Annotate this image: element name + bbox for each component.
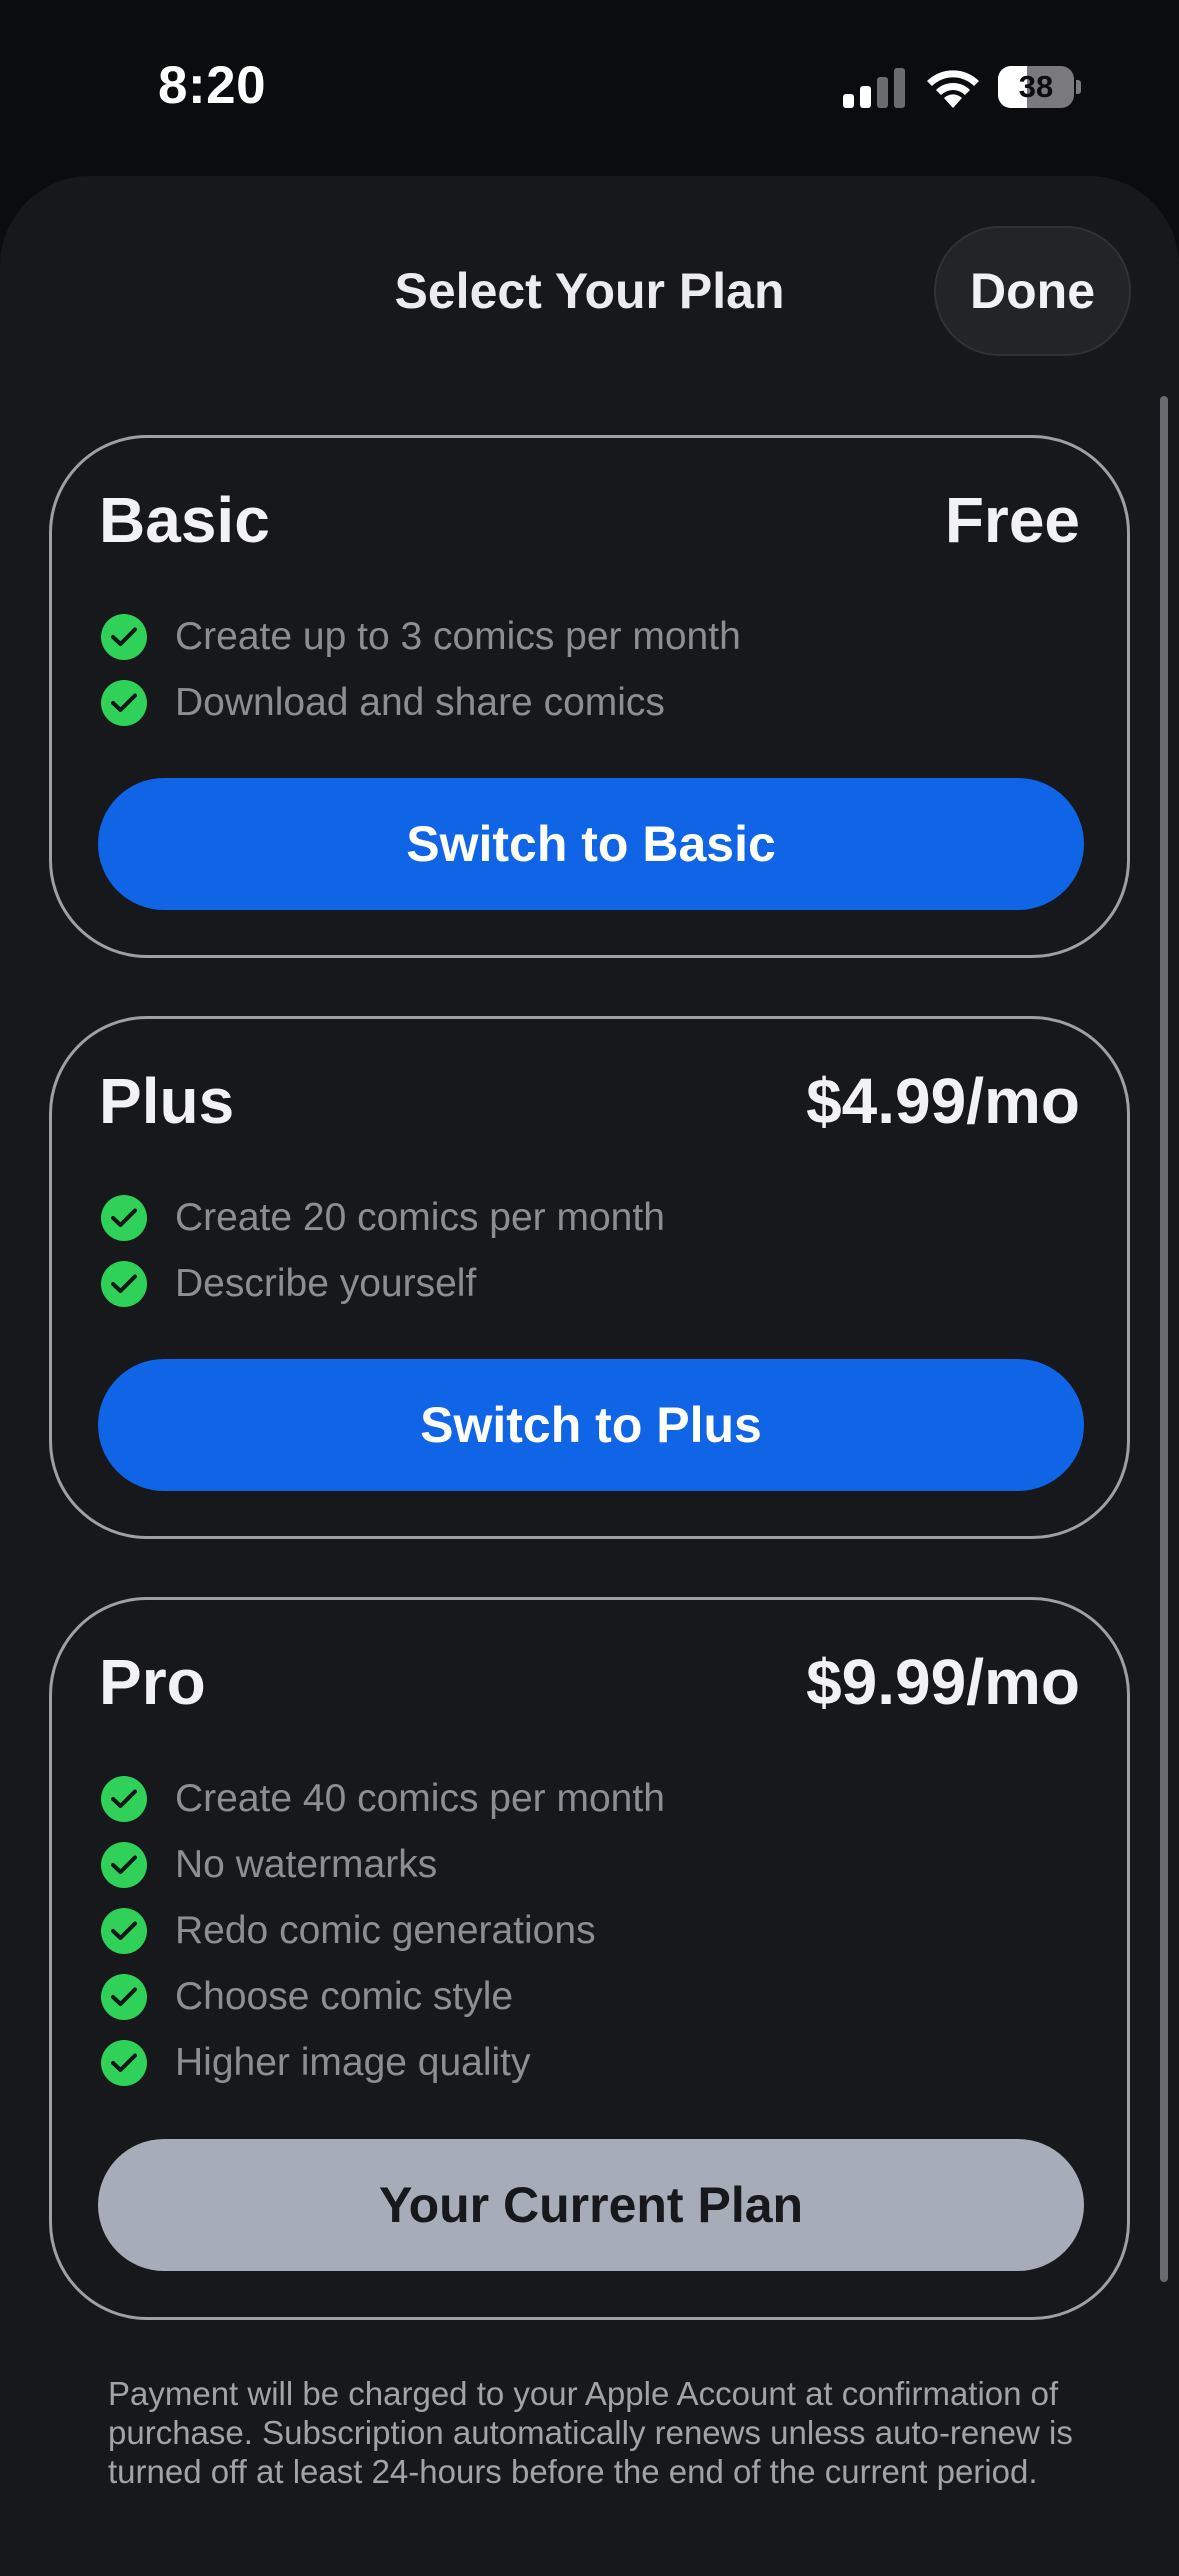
feature-item: Create 40 comics per month	[101, 1774, 665, 1824]
cellular-signal-icon	[843, 68, 905, 108]
checkmark-icon	[101, 1776, 147, 1822]
status-time: 8:20	[158, 56, 267, 115]
status-bar: 8:20 38	[0, 0, 1179, 175]
checkmark-icon	[101, 680, 147, 726]
plan-card-plus: Plus $4.99/mo Create 20 comics per month…	[49, 1016, 1130, 1539]
checkmark-icon	[101, 2040, 147, 2086]
checkmark-icon	[101, 1261, 147, 1307]
done-button[interactable]: Done	[934, 226, 1131, 356]
feature-text: Redo comic generations	[175, 1909, 596, 1952]
feature-item: Redo comic generations	[101, 1906, 596, 1956]
wifi-icon	[927, 70, 979, 108]
feature-item: Higher image quality	[101, 2038, 531, 2088]
feature-text: Choose comic style	[175, 1975, 514, 2018]
subscription-terms: Payment will be charged to your Apple Ac…	[108, 2375, 1073, 2490]
battery-level: 38	[1018, 69, 1054, 104]
feature-text: Create 40 comics per month	[175, 1777, 665, 1820]
plan-name: Basic	[99, 484, 270, 556]
plan-price: Free	[944, 484, 1080, 556]
feature-text: Create 20 comics per month	[175, 1196, 665, 1239]
switch-to-plus-button[interactable]: Switch to Plus	[98, 1359, 1084, 1491]
plan-name: Plus	[99, 1065, 235, 1137]
feature-item: Choose comic style	[101, 1972, 513, 2022]
feature-text: Download and share comics	[175, 681, 665, 724]
checkmark-icon	[101, 614, 147, 660]
plan-sheet: Select Your Plan Done Basic Free Create …	[0, 176, 1179, 2576]
feature-item: Create 20 comics per month	[101, 1193, 665, 1243]
checkmark-icon	[101, 1908, 147, 1954]
feature-text: Higher image quality	[175, 2041, 531, 2084]
feature-text: Create up to 3 comics per month	[175, 615, 741, 658]
checkmark-icon	[101, 1195, 147, 1241]
switch-to-basic-button[interactable]: Switch to Basic	[98, 778, 1084, 910]
feature-item: No watermarks	[101, 1840, 437, 1890]
checkmark-icon	[101, 1974, 147, 2020]
feature-text: Describe yourself	[175, 1262, 477, 1305]
feature-text: No watermarks	[175, 1843, 438, 1886]
scrollbar[interactable]	[1160, 396, 1168, 2282]
plan-name: Pro	[99, 1646, 206, 1718]
plan-price: $9.99/mo	[806, 1646, 1080, 1718]
current-plan-button[interactable]: Your Current Plan	[98, 2139, 1084, 2271]
battery-icon: 38	[998, 66, 1081, 108]
plan-card-basic: Basic Free Create up to 3 comics per mon…	[49, 435, 1130, 958]
plan-card-pro: Pro $9.99/mo Create 40 comics per month …	[49, 1597, 1130, 2320]
checkmark-icon	[101, 1842, 147, 1888]
feature-item: Describe yourself	[101, 1259, 476, 1309]
feature-item: Create up to 3 comics per month	[101, 612, 741, 662]
feature-item: Download and share comics	[101, 678, 665, 728]
plan-price: $4.99/mo	[806, 1065, 1080, 1137]
